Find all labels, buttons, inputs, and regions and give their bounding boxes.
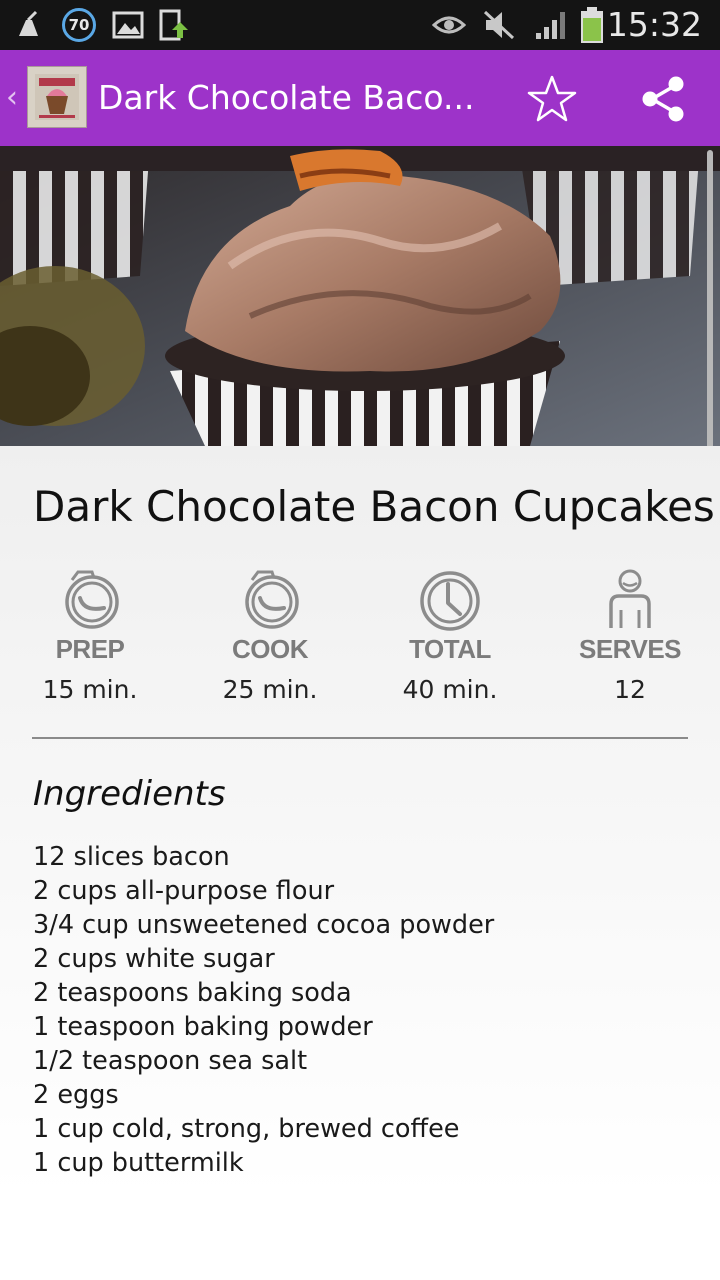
ingredient-item: 2 cups all-purpose flour xyxy=(33,876,335,906)
signal-icon xyxy=(534,0,570,50)
stat-value: 12 xyxy=(614,675,646,704)
cleaner-icon xyxy=(16,0,46,50)
stopwatch-icon xyxy=(0,568,180,632)
status-time: 15:32 xyxy=(606,5,702,44)
stat-cook: COOK 25 min. xyxy=(180,568,360,704)
ingredient-item: 12 slices bacon xyxy=(33,842,230,872)
stat-label: PREP xyxy=(55,634,125,664)
stat-total: TOTAL 40 min. xyxy=(360,568,540,704)
recipe-content: Dark Chocolate Bacon Cupcakes PREP 15 mi… xyxy=(0,446,720,1280)
ingredient-item: 1 teaspoon baking powder xyxy=(33,1012,373,1042)
back-chevron-icon[interactable]: ‹ xyxy=(6,80,18,115)
stat-serves: SERVES 12 xyxy=(540,568,720,704)
favorite-button[interactable] xyxy=(523,70,581,128)
ingredients-heading: Ingredients xyxy=(33,774,226,814)
stat-value: 15 min. xyxy=(42,675,138,704)
ingredient-item: 1 cup buttermilk xyxy=(33,1148,244,1178)
action-bar: ‹ Dark Chocolate Baco... xyxy=(0,50,720,146)
app-icon[interactable] xyxy=(27,66,87,128)
divider xyxy=(32,737,688,739)
stat-value: 25 min. xyxy=(222,675,318,704)
speed-badge-icon: 70 xyxy=(62,0,96,50)
stat-label: COOK xyxy=(232,634,309,664)
image-icon xyxy=(112,0,144,50)
status-bar: 70 15:32 xyxy=(0,0,720,50)
app-bar-title: Dark Chocolate Baco... xyxy=(98,78,475,117)
share-button[interactable] xyxy=(634,70,692,128)
recipe-title: Dark Chocolate Bacon Cupcakes xyxy=(33,482,715,531)
mute-icon xyxy=(482,0,516,50)
stat-value: 40 min. xyxy=(402,675,498,704)
ingredient-item: 1/2 teaspoon sea salt xyxy=(33,1046,308,1076)
eye-icon xyxy=(432,0,466,50)
ingredient-item: 1 cup cold, strong, brewed coffee xyxy=(33,1114,460,1144)
ingredient-item: 2 cups white sugar xyxy=(33,944,275,974)
ingredients-list: 12 slices bacon 2 cups all-purpose flour… xyxy=(33,840,494,1180)
stopwatch-icon xyxy=(180,568,360,632)
ingredient-item: 2 eggs xyxy=(33,1080,119,1110)
stat-prep: PREP 15 min. xyxy=(0,568,180,704)
stat-label: SERVES xyxy=(578,634,682,664)
person-icon xyxy=(540,568,720,632)
share-icon xyxy=(642,76,684,122)
star-icon xyxy=(527,75,577,122)
stat-label: TOTAL xyxy=(409,634,491,664)
clock-icon xyxy=(360,568,540,632)
ingredient-item: 3/4 cup unsweetened cocoa powder xyxy=(33,910,495,940)
notification-badge: 70 xyxy=(62,8,96,42)
ingredient-item: 2 teaspoons baking soda xyxy=(33,978,352,1008)
download-icon xyxy=(158,0,192,50)
recipe-photo xyxy=(0,146,720,446)
battery-icon xyxy=(579,0,605,50)
